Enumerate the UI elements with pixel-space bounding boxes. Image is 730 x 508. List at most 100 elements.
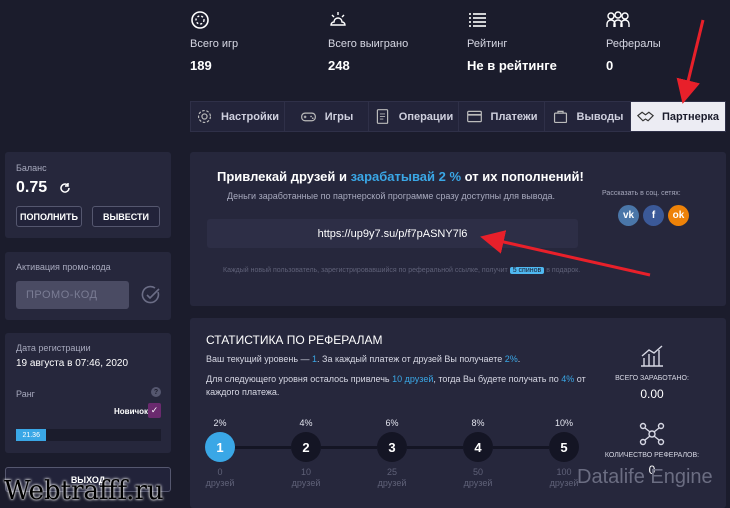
line-text: . (517, 354, 521, 364)
stat-value: 0 (606, 58, 614, 73)
stat-label: Всего игр (190, 38, 239, 50)
handshake-icon (636, 111, 654, 122)
level-track (407, 446, 463, 449)
rank-help-icon[interactable]: ? (151, 387, 161, 397)
level-percent: 8% (471, 418, 485, 428)
level-percent: 4% (299, 418, 313, 428)
level-track (321, 446, 377, 449)
gear-icon (197, 109, 212, 124)
level-requirement: 0 друзей (200, 467, 240, 489)
tab-payments[interactable]: Платежи (459, 102, 545, 131)
referral-link-field[interactable]: https://up9y7.su/p/f7pASNY7l6 (207, 219, 578, 248)
stat-value: 189 (190, 58, 212, 73)
reg-value: 19 августа в 07:46, 2020 (16, 358, 129, 369)
share-label: Рассказать в соц. сетях: (602, 190, 681, 197)
bag-icon (553, 110, 567, 124)
tab-label: Операции (398, 110, 454, 123)
promo-input[interactable]: ПРОМО-КОД (16, 281, 129, 309)
stats-line-1: Ваш текущий уровень — 1. За каждый плате… (206, 354, 520, 364)
level-unit: друзей (463, 478, 493, 488)
level-track (235, 446, 291, 449)
reg-label: Дата регистрации (16, 343, 91, 353)
stat-rating: Рейтинг Не в рейтинге (467, 10, 597, 73)
rank-progress-fill: 21.36 (16, 429, 47, 441)
level-step-5: 5 (549, 432, 579, 462)
level-track (493, 446, 549, 449)
partner-card: Привлекай друзей и зарабатывай 2 % от их… (190, 152, 726, 306)
note-text: в подарок. (546, 267, 581, 274)
line-text: Ваш текущий уровень — (206, 354, 313, 364)
line-text: , тогда Вы будете получать по (433, 374, 562, 384)
title-part: от их пополнений! (461, 169, 584, 184)
tab-settings[interactable]: Настройки (191, 102, 285, 131)
stat-label: Рефералы (606, 38, 661, 50)
stat-value: Не в рейтинге (467, 58, 557, 73)
title-highlight: зарабатывай 2 % (350, 169, 462, 184)
earned-value: 0.00 (640, 387, 664, 401)
referrals-label: КОЛИЧЕСТВО РЕФЕРАЛОВ: (604, 452, 700, 459)
network-users-icon (639, 422, 665, 446)
tab-operations[interactable]: Операции (369, 102, 459, 131)
balance-card: Баланс 0.75 ПОПОЛНИТЬ ВЫВЕСТИ (5, 152, 171, 238)
stat-value: 248 (328, 58, 350, 73)
vk-icon[interactable]: vk (618, 205, 639, 226)
account-tabs: Настройки Игры Операции Платежи Выводы П… (190, 101, 726, 132)
level-percent: 6% (385, 418, 399, 428)
withdraw-button[interactable]: ВЫВЕСТИ (92, 206, 160, 227)
promo-card: Активация промо-кода ПРОМО-КОД (5, 252, 171, 320)
level-requirement: 25 друзей (372, 467, 412, 489)
rank-name: Новичок (114, 407, 149, 416)
users-icon (606, 11, 630, 27)
tab-label: Платежи (490, 110, 538, 123)
deposit-button[interactable]: ПОПОЛНИТЬ (16, 206, 82, 227)
sun-cloud-icon (330, 12, 346, 26)
stat-total-games: Всего игр 189 (190, 10, 320, 73)
earned-label: ВСЕГО ЗАРАБОТАНО: (615, 375, 689, 382)
balance-label: Баланс (16, 163, 47, 173)
odnoklassniki-icon[interactable]: ok (668, 205, 689, 226)
level-unit: друзей (205, 478, 235, 488)
level-step-4: 4 (463, 432, 493, 462)
refresh-icon[interactable] (59, 182, 71, 194)
tab-withdrawals[interactable]: Выводы (545, 102, 631, 131)
tab-partner[interactable]: Партнерка (631, 102, 725, 131)
partner-subtitle: Деньги заработанные по партнерской прогр… (227, 191, 556, 201)
card-icon (466, 110, 482, 123)
stat-total-won: Всего выиграно 248 (328, 10, 458, 73)
level-percent: 2% (213, 418, 227, 428)
list-icon (469, 13, 486, 27)
rank-label: Ранг (16, 389, 35, 399)
tab-games[interactable]: Игры (285, 102, 369, 131)
partner-title: Привлекай друзей и зарабатывай 2 % от их… (217, 169, 584, 184)
rank-badge-icon: ✓ (148, 403, 161, 418)
balance-value: 0.75 (16, 179, 48, 196)
stat-label: Рейтинг (467, 38, 508, 50)
level-min: 0 (217, 467, 223, 477)
promo-label: Активация промо-кода (16, 262, 111, 272)
line-highlight: 2% (504, 354, 518, 364)
document-icon (376, 109, 388, 124)
tab-label: Выводы (576, 110, 624, 123)
watermark-right: Datalife Engine (577, 466, 713, 488)
level-min: 50 (472, 467, 483, 477)
rank-progress-bar: 21.36 (16, 429, 161, 441)
level-unit: друзей (291, 478, 321, 488)
line-highlight: 10 друзей (392, 374, 434, 384)
stats-line-2: Для следующего уровня осталось привлечь … (206, 373, 606, 399)
level-requirement: 10 друзей (286, 467, 326, 489)
level-unit: друзей (377, 478, 407, 488)
stats-title: СТАТИСТИКА ПО РЕФЕРАЛАМ (206, 333, 383, 347)
tab-label: Настройки (220, 110, 280, 123)
facebook-icon[interactable]: f (643, 205, 664, 226)
line-text: Для следующего уровня осталось привлечь (206, 374, 393, 384)
line-highlight: 4% (561, 374, 575, 384)
partner-note: Каждый новый пользователь, зарегистриров… (223, 264, 583, 277)
check-circle-icon[interactable] (140, 284, 162, 306)
gamepad-icon (300, 112, 316, 122)
level-step-1: 1 (205, 432, 235, 462)
level-step-2: 2 (291, 432, 321, 462)
watermark-left: Webtrafff.ru (4, 476, 164, 506)
level-percent: 10% (554, 418, 573, 428)
level-min: 25 (386, 467, 397, 477)
level-requirement: 50 друзей (458, 467, 498, 489)
